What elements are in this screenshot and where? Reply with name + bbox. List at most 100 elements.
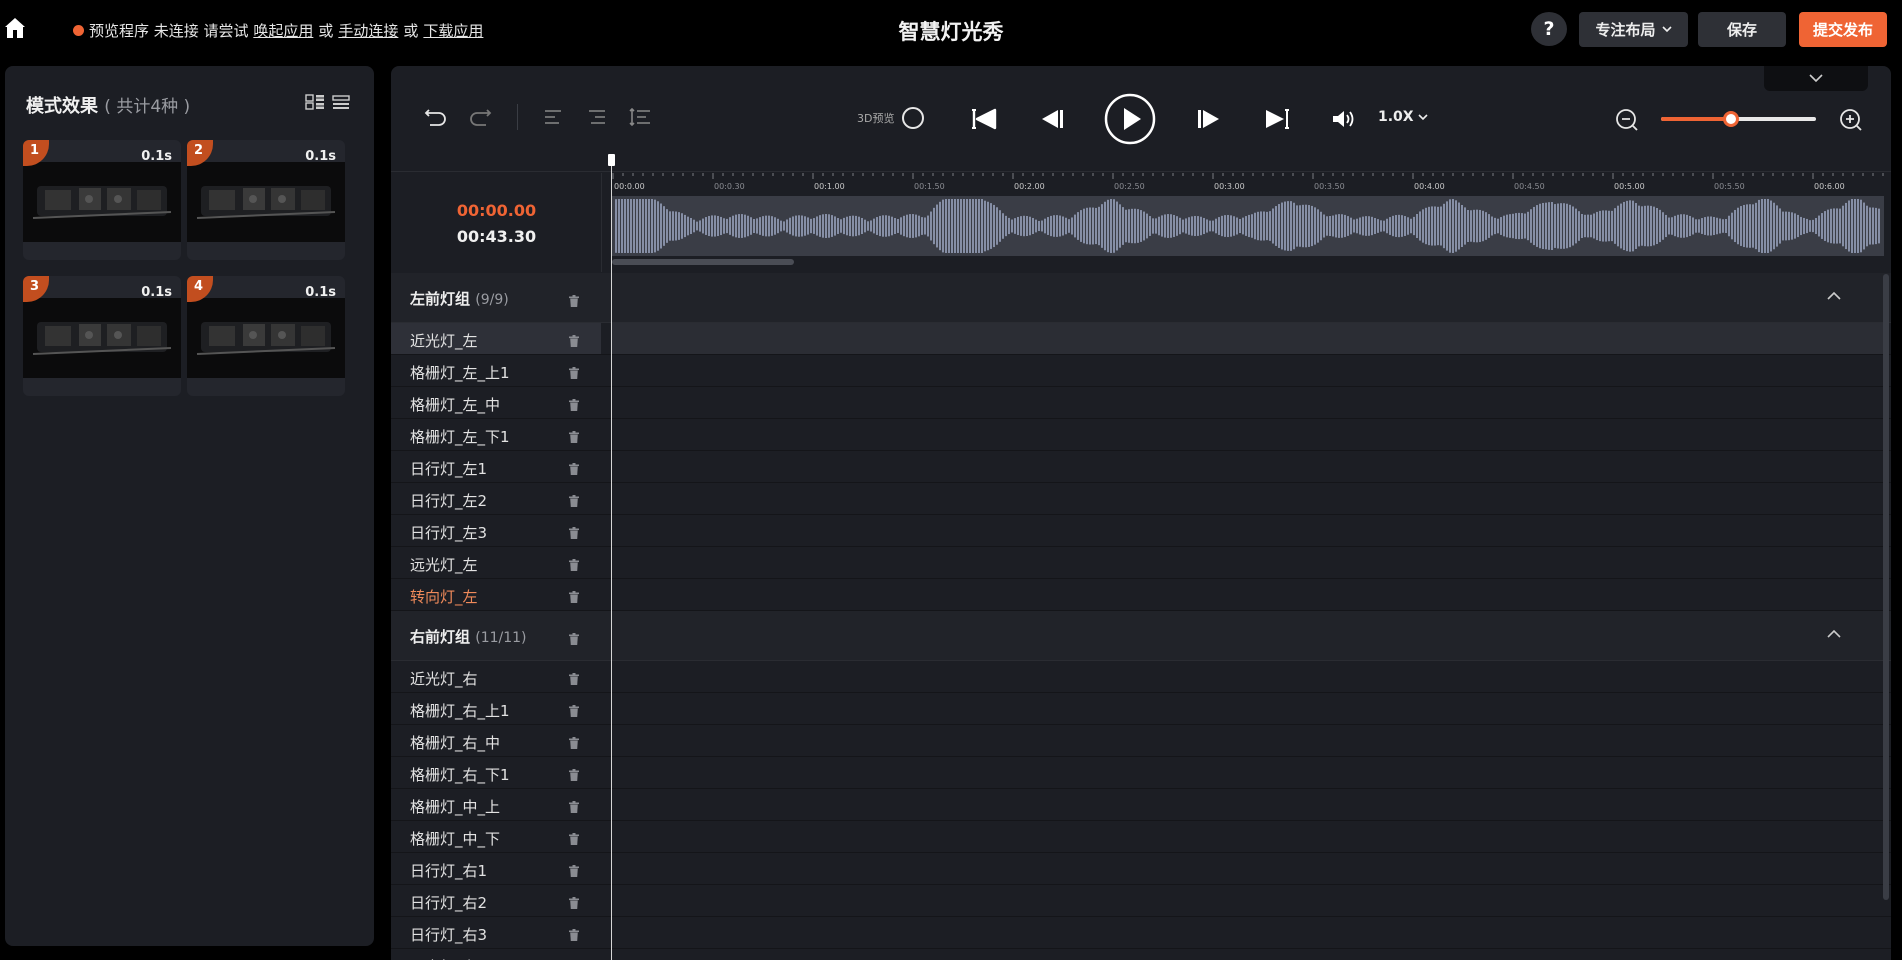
skip-to-end-icon[interactable] [1264,108,1290,134]
delete-track-icon[interactable] [569,460,579,475]
help-button[interactable]: ? [1531,12,1567,46]
track-lane[interactable] [612,949,1884,960]
list-view-icon[interactable] [331,94,351,110]
3d-preview-toggle[interactable]: 3D预览 [857,107,925,129]
redo-icon[interactable] [468,106,492,132]
delete-track-icon[interactable] [569,332,579,347]
track-lane[interactable] [612,419,1884,450]
track-row[interactable]: 远光灯_右 [391,949,1891,960]
track-row[interactable]: 日行灯_右3 [391,917,1891,949]
delete-track-icon[interactable] [569,830,579,845]
track-group-header[interactable]: 左前灯组 (9/9) [391,273,1891,323]
track-label-cell[interactable]: 日行灯_左1 [391,451,601,482]
delete-group-icon[interactable] [569,630,579,645]
track-label-cell[interactable]: 日行灯_右3 [391,917,601,948]
skip-to-start-icon[interactable] [971,108,997,134]
launch-app-link[interactable]: 唤起应用 [253,20,313,41]
time-ruler[interactable]: 00:0.00 00:0.30 00:1.00 00:1.50 00:2.00 00:2.… [612,173,1884,195]
distribute-icon[interactable] [629,107,651,130]
track-lane[interactable] [612,757,1884,788]
track-row[interactable]: 格栅灯_右_上1 [391,693,1891,725]
publish-button[interactable]: 提交发布 [1799,12,1887,47]
track-label-cell[interactable]: 格栅灯_左_下1 [391,419,601,450]
track-row[interactable]: 格栅灯_中_下 [391,821,1891,853]
timeline-horizontal-scrollbar[interactable] [612,259,794,265]
track-lane[interactable] [612,789,1884,820]
track-row[interactable]: 转向灯_左 [391,579,1891,611]
audio-waveform[interactable] [612,196,1884,256]
volume-icon[interactable] [1331,108,1357,134]
track-lane[interactable] [612,725,1884,756]
track-label-cell[interactable]: 格栅灯_中_上 [391,789,601,820]
track-label-cell[interactable]: 日行灯_右2 [391,885,601,916]
delete-track-icon[interactable] [569,926,579,941]
track-label-cell[interactable]: 格栅灯_中_下 [391,821,601,852]
track-label-cell[interactable]: 远光灯_右 [391,949,601,960]
delete-track-icon[interactable] [569,766,579,781]
delete-track-icon[interactable] [569,670,579,685]
track-label-cell[interactable]: 格栅灯_左_上1 [391,355,601,386]
delete-track-icon[interactable] [569,588,579,603]
undo-icon[interactable] [424,106,448,132]
step-forward-icon[interactable] [1197,108,1221,134]
align-right-icon[interactable] [588,109,606,129]
track-row[interactable]: 近光灯_右 [391,661,1891,693]
effect-card[interactable]: 3 0.1s [23,276,181,396]
track-row[interactable]: 远光灯_左 [391,547,1891,579]
track-label-cell[interactable]: 近光灯_右 [391,661,601,692]
delete-group-icon[interactable] [569,292,579,307]
delete-track-icon[interactable] [569,702,579,717]
track-lane[interactable] [612,515,1884,546]
track-lane[interactable] [612,693,1884,724]
track-label-cell[interactable]: 日行灯_左2 [391,483,601,514]
chevron-up-icon[interactable] [1827,291,1841,301]
track-row[interactable]: 格栅灯_左_中 [391,387,1891,419]
track-row[interactable]: 格栅灯_左_下1 [391,419,1891,451]
delete-track-icon[interactable] [569,396,579,411]
track-row[interactable]: 日行灯_右2 [391,885,1891,917]
track-lane[interactable] [612,885,1884,916]
effect-card[interactable]: 2 0.1s [187,140,345,260]
track-label-cell[interactable]: 格栅灯_右_下1 [391,757,601,788]
effect-card[interactable]: 4 0.1s [187,276,345,396]
track-label-cell[interactable]: 转向灯_左 [391,579,601,610]
track-label-cell[interactable]: 格栅灯_左_中 [391,387,601,418]
track-lane[interactable] [612,355,1884,386]
track-vertical-scrollbar[interactable] [1883,274,1889,900]
track-row[interactable]: 格栅灯_右_中 [391,725,1891,757]
chevron-up-icon[interactable] [1827,629,1841,639]
playback-speed-dropdown[interactable]: 1.0X [1378,109,1428,125]
track-label-cell[interactable]: 格栅灯_右_中 [391,725,601,756]
zoom-out-icon[interactable] [1615,108,1639,136]
effect-card[interactable]: 1 0.1s [23,140,181,260]
grid-view-icon[interactable] [305,94,325,110]
track-lane[interactable] [612,853,1884,884]
track-lane[interactable] [612,323,1884,354]
track-row[interactable]: 格栅灯_中_上 [391,789,1891,821]
save-button[interactable]: 保存 [1698,12,1786,47]
delete-track-icon[interactable] [569,492,579,507]
track-label-cell[interactable]: 日行灯_右1 [391,853,601,884]
track-label-cell[interactable]: 格栅灯_右_上1 [391,693,601,724]
align-left-icon[interactable] [544,109,562,129]
zoom-in-icon[interactable] [1839,108,1863,136]
track-lane[interactable] [612,547,1884,578]
track-lane[interactable] [612,821,1884,852]
track-lane[interactable] [612,483,1884,514]
delete-track-icon[interactable] [569,364,579,379]
track-group-header[interactable]: 右前灯组 (11/11) [391,611,1891,661]
delete-track-icon[interactable] [569,862,579,877]
zoom-slider-handle[interactable] [1722,111,1739,127]
track-label-cell[interactable]: 远光灯_左 [391,547,601,578]
delete-track-icon[interactable] [569,428,579,443]
delete-track-icon[interactable] [569,894,579,909]
download-app-link[interactable]: 下载应用 [423,20,483,41]
delete-track-icon[interactable] [569,798,579,813]
layout-dropdown[interactable]: 专注布局 [1579,12,1688,47]
manual-connect-link[interactable]: 手动连接 [338,20,398,41]
delete-track-icon[interactable] [569,734,579,749]
track-row[interactable]: 格栅灯_左_上1 [391,355,1891,387]
track-lane[interactable] [612,917,1884,948]
track-lane[interactable] [612,387,1884,418]
zoom-slider[interactable] [1661,111,1816,127]
